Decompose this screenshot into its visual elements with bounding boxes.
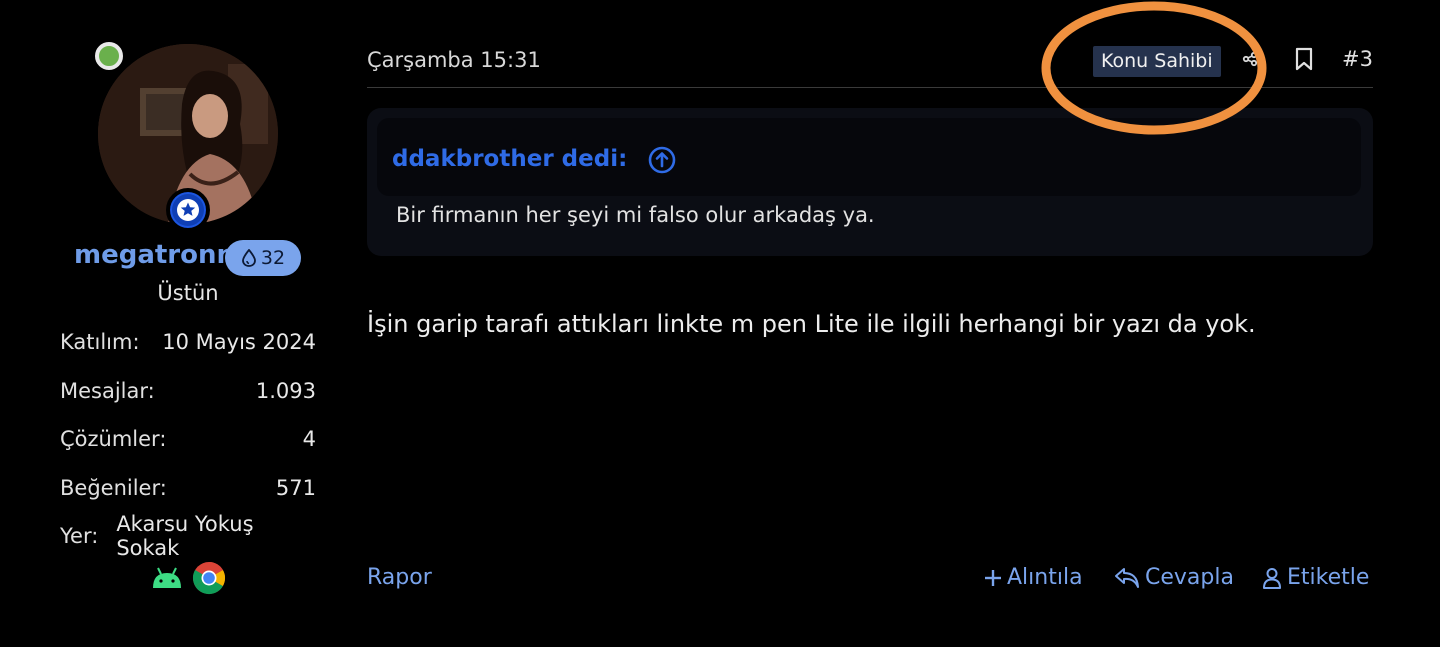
stat-row-messages: Mesajlar: 1.093 xyxy=(60,367,316,416)
android-icon xyxy=(153,567,181,588)
stat-label: Beğeniler: xyxy=(60,475,167,500)
stat-value: 10 Mayıs 2024 xyxy=(162,330,316,355)
plus-icon xyxy=(985,569,1001,586)
user-icon xyxy=(1263,567,1281,589)
quote-block: ddakbrother dedi: Bir firmanın her şeyi … xyxy=(367,108,1373,256)
reply-label: Cevapla xyxy=(1145,565,1234,590)
stat-row-likes: Beğeniler: 571 xyxy=(60,464,316,513)
user-title: Üstün xyxy=(157,281,219,305)
device-icons xyxy=(150,561,226,595)
user-info-column: megatronn 32 Üstün Katılım: 10 Mayıs 202… xyxy=(0,0,340,647)
stat-row-joined: Katılım: 10 Mayıs 2024 xyxy=(60,318,316,367)
op-badge: Konu Sahibi xyxy=(1093,46,1221,77)
report-link[interactable]: Rapor xyxy=(367,565,432,590)
reply-icon xyxy=(1115,567,1139,588)
stat-value[interactable]: Akarsu Yokuş Sokak xyxy=(116,512,316,560)
bookmark-icon[interactable] xyxy=(1294,47,1314,71)
stat-label: Çözümler: xyxy=(60,427,167,452)
reply-button[interactable]: Cevapla xyxy=(1114,565,1234,590)
points-badge[interactable]: 32 xyxy=(225,240,301,276)
chrome-icon xyxy=(192,561,226,595)
quote-author[interactable]: ddakbrother dedi: xyxy=(392,146,627,172)
quote-header: ddakbrother dedi: xyxy=(377,118,1361,196)
tag-label: Etiketle xyxy=(1287,565,1370,590)
stat-row-solutions: Çözümler: 4 xyxy=(60,415,316,464)
quote-text: Bir firmanın her şeyi mi falso olur arka… xyxy=(396,203,875,227)
quote-label: Alıntıla xyxy=(1007,565,1083,590)
post-body: İşin garip tarafı attıkları linkte m pen… xyxy=(367,310,1256,338)
post-header: Çarşamba 15:31 Konu Sahibi #3 xyxy=(367,40,1373,88)
arrow-up-circle-icon[interactable] xyxy=(647,145,677,175)
stat-label: Yer: xyxy=(60,524,99,549)
post-date[interactable]: Çarşamba 15:31 xyxy=(367,48,541,72)
stat-label: Katılım: xyxy=(60,330,140,355)
tag-button[interactable]: Etiketle xyxy=(1262,565,1369,590)
stat-row-location: Yer: Akarsu Yokuş Sokak xyxy=(60,512,316,561)
post-column: Çarşamba 15:31 Konu Sahibi #3 ddakbrothe… xyxy=(367,0,1373,647)
username[interactable]: megatronn xyxy=(74,240,235,270)
online-status-icon xyxy=(95,42,123,70)
stat-label: Mesajlar: xyxy=(60,378,155,403)
star-rank-icon xyxy=(166,188,210,232)
post-number[interactable]: #3 xyxy=(1342,47,1373,71)
share-icon[interactable] xyxy=(1242,51,1258,67)
quote-button[interactable]: Alıntıla xyxy=(984,565,1083,590)
user-stats: Katılım: 10 Mayıs 2024 Mesajlar: 1.093 Ç… xyxy=(60,318,316,561)
points-value: 32 xyxy=(260,247,286,269)
stat-value: 4 xyxy=(302,427,316,452)
stat-value: 571 xyxy=(275,475,316,500)
report-label: Rapor xyxy=(367,565,432,590)
stat-value[interactable]: 1.093 xyxy=(256,379,316,403)
post-actions: Rapor Alıntıla Cevapla Etiketle xyxy=(367,565,1373,601)
drop-icon xyxy=(242,249,256,267)
